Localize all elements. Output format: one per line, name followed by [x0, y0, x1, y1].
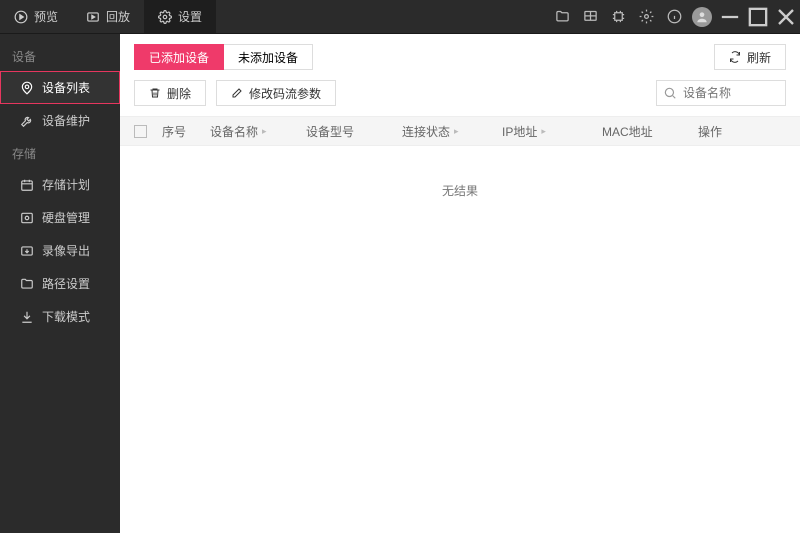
- minimize-icon: [716, 3, 744, 31]
- maximize-icon: [744, 3, 772, 31]
- tab-settings[interactable]: 设置: [144, 0, 216, 33]
- col-model[interactable]: 设备型号: [306, 123, 402, 140]
- tab-playback[interactable]: 回放: [72, 0, 144, 33]
- modify-stream-button[interactable]: 修改码流参数: [216, 80, 336, 106]
- sidebar-item-device-list[interactable]: 设备列表: [0, 71, 120, 104]
- wrench-icon: [20, 114, 34, 128]
- refresh-button[interactable]: 刷新: [714, 44, 786, 70]
- col-name[interactable]: 设备名称▸: [210, 123, 306, 140]
- sidebar-item-device-maintain[interactable]: 设备维护: [0, 104, 120, 137]
- sidebar-item-label: 路径设置: [42, 275, 90, 292]
- plugin-icon: [611, 9, 626, 24]
- sidebar-item-label: 存储计划: [42, 176, 90, 193]
- folder-button[interactable]: [548, 0, 576, 34]
- search-box: [656, 80, 786, 106]
- info-button[interactable]: [660, 0, 688, 34]
- table-header: 序号 设备名称▸ 设备型号 连接状态▸ IP地址▸ MAC地址 操作: [120, 116, 800, 146]
- grid-icon: [583, 9, 598, 24]
- close-icon: [772, 3, 800, 31]
- sidebar-item-storage-plan[interactable]: 存储计划: [0, 168, 120, 201]
- edit-icon: [231, 87, 243, 99]
- sidebar-item-disk-manage[interactable]: 硬盘管理: [0, 201, 120, 234]
- close-button[interactable]: [772, 0, 800, 34]
- minimize-button[interactable]: [716, 0, 744, 34]
- sidebar-item-download-mode[interactable]: 下载模式: [0, 300, 120, 333]
- tab-preview[interactable]: 预览: [0, 0, 72, 33]
- download-icon: [20, 310, 34, 324]
- empty-state: 无结果: [120, 146, 800, 235]
- col-mac[interactable]: MAC地址: [602, 123, 698, 140]
- play-icon: [14, 10, 28, 24]
- col-seq[interactable]: 序号: [162, 123, 210, 140]
- refresh-label: 刷新: [747, 49, 771, 66]
- modify-label: 修改码流参数: [249, 85, 321, 102]
- disk-icon: [20, 211, 34, 225]
- sidebar-item-path[interactable]: 路径设置: [0, 267, 120, 300]
- folder-icon: [555, 9, 570, 24]
- gear-icon: [158, 10, 172, 24]
- sidebar-item-label: 设备维护: [42, 112, 90, 129]
- trash-icon: [149, 87, 161, 99]
- sidebar: 设备 设备列表 设备维护 存储 存储计划 硬盘管理 录像导出 路径设置 下载模式: [0, 34, 120, 533]
- tab-label: 设置: [178, 8, 202, 25]
- sidebar-item-label: 录像导出: [42, 242, 90, 259]
- user-icon: [695, 10, 709, 24]
- folder-icon: [20, 277, 34, 291]
- maximize-button[interactable]: [744, 0, 772, 34]
- device-pin-icon: [20, 81, 34, 95]
- sort-icon: ▸: [541, 126, 546, 137]
- sort-icon: ▸: [262, 126, 267, 137]
- select-all-checkbox[interactable]: [134, 125, 147, 138]
- plugin-button[interactable]: [604, 0, 632, 34]
- sort-icon: ▸: [454, 126, 459, 137]
- calendar-icon: [20, 178, 34, 192]
- sidebar-item-export[interactable]: 录像导出: [0, 234, 120, 267]
- refresh-icon: [729, 51, 741, 63]
- seg-added[interactable]: 已添加设备: [134, 44, 224, 70]
- sidebar-item-label: 设备列表: [42, 79, 90, 96]
- grid-button[interactable]: [576, 0, 604, 34]
- playback-icon: [86, 10, 100, 24]
- search-icon: [663, 86, 677, 100]
- gear-icon: [639, 9, 654, 24]
- info-icon: [667, 9, 682, 24]
- user-avatar[interactable]: [692, 7, 712, 27]
- tab-label: 回放: [106, 8, 130, 25]
- sidebar-item-label: 下载模式: [42, 308, 90, 325]
- sidebar-group-storage: 存储: [0, 137, 120, 168]
- device-segment: 已添加设备 未添加设备: [134, 44, 313, 70]
- settings-button[interactable]: [632, 0, 660, 34]
- col-ip[interactable]: IP地址▸: [502, 123, 602, 140]
- delete-button[interactable]: 删除: [134, 80, 206, 106]
- main-content: 已添加设备 未添加设备 刷新 删除 修改码流参数: [120, 34, 800, 533]
- sidebar-group-device: 设备: [0, 40, 120, 71]
- delete-label: 删除: [167, 85, 191, 102]
- sidebar-item-label: 硬盘管理: [42, 209, 90, 226]
- tab-label: 预览: [34, 8, 58, 25]
- export-icon: [20, 244, 34, 258]
- col-conn[interactable]: 连接状态▸: [402, 123, 502, 140]
- col-op[interactable]: 操作: [698, 123, 786, 140]
- seg-notadded[interactable]: 未添加设备: [224, 44, 313, 70]
